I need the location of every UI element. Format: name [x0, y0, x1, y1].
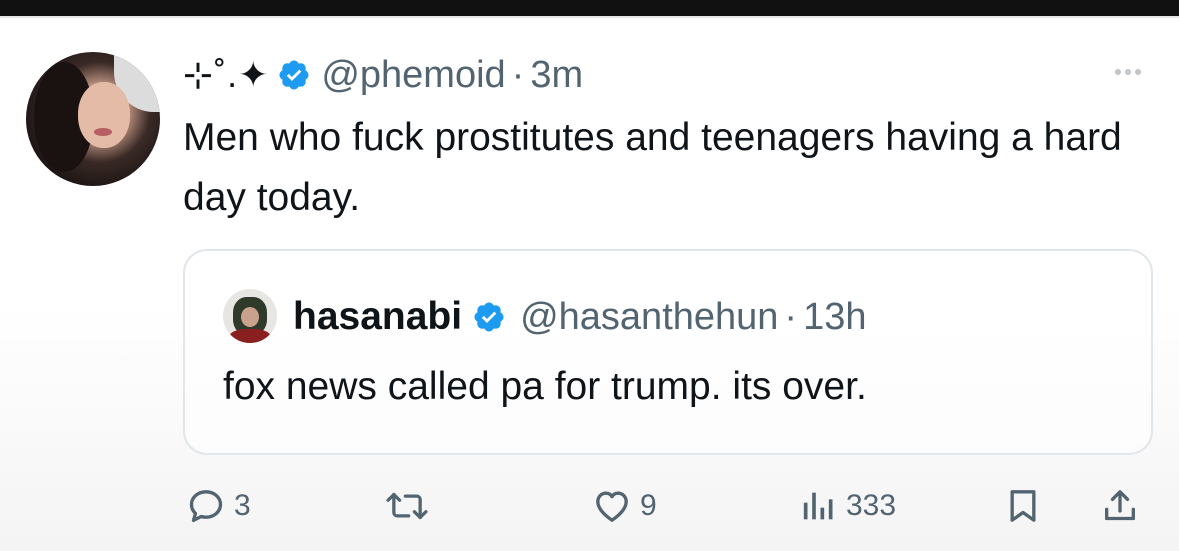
like-count: 9: [640, 489, 657, 522]
quoted-author-name: hasanabi: [293, 295, 463, 338]
author-handle[interactable]: @phemoid: [321, 54, 505, 97]
tweet-timestamp[interactable]: 3m: [530, 54, 583, 97]
tweet-text: Men who fuck prostitutes and teenagers h…: [183, 116, 1122, 219]
view-count: 333: [846, 489, 897, 522]
repost-button[interactable]: [384, 484, 438, 528]
quoted-tweet-card[interactable]: hasanabi @hasanthehun · 13h fox news cal…: [183, 249, 1153, 455]
author-display-name[interactable]: ⊹˚.✦: [183, 54, 269, 96]
heart-icon: [596, 491, 628, 522]
reply-count: 3: [234, 489, 251, 522]
quoted-author-handle: @hasanthehun: [520, 295, 779, 338]
verified-badge-icon: [279, 60, 309, 90]
share-upload-icon: [1105, 490, 1135, 521]
top-divider: [0, 16, 1179, 18]
quoted-tweet-text: fox news called pa for trump. its over.: [223, 365, 867, 408]
more-dot: [1115, 69, 1121, 75]
views-button[interactable]: 333: [798, 484, 896, 528]
top-border: [0, 0, 1179, 16]
avatar-lips: [94, 128, 112, 136]
tweet-header: ⊹˚.✦ @phemoid · 3m: [183, 50, 583, 100]
reply-button[interactable]: 3: [186, 484, 251, 528]
separator-dot: ·: [511, 53, 525, 96]
like-button[interactable]: 9: [592, 484, 657, 528]
share-button[interactable]: [1100, 484, 1140, 528]
ellipsis-icon[interactable]: [1108, 60, 1148, 84]
bookmark-icon: [1010, 490, 1036, 522]
verified-badge-icon: [474, 302, 504, 332]
avatar-face: [241, 307, 259, 327]
quoted-tweet-header: hasanabi @hasanthehun · 13h: [293, 289, 866, 345]
avatar-shirt: [229, 329, 271, 343]
quoted-author-avatar[interactable]: [223, 289, 277, 343]
separator-dot: ·: [784, 295, 798, 338]
more-dot: [1135, 69, 1141, 75]
more-dot: [1125, 69, 1131, 75]
bar-chart-icon: [803, 492, 833, 520]
repost-arrows-icon: [386, 492, 428, 520]
author-avatar[interactable]: [26, 52, 160, 186]
avatar-face: [78, 82, 130, 148]
bookmark-button[interactable]: [1003, 484, 1043, 528]
speech-bubble-icon: [189, 490, 223, 522]
quoted-tweet-timestamp: 13h: [803, 295, 867, 338]
